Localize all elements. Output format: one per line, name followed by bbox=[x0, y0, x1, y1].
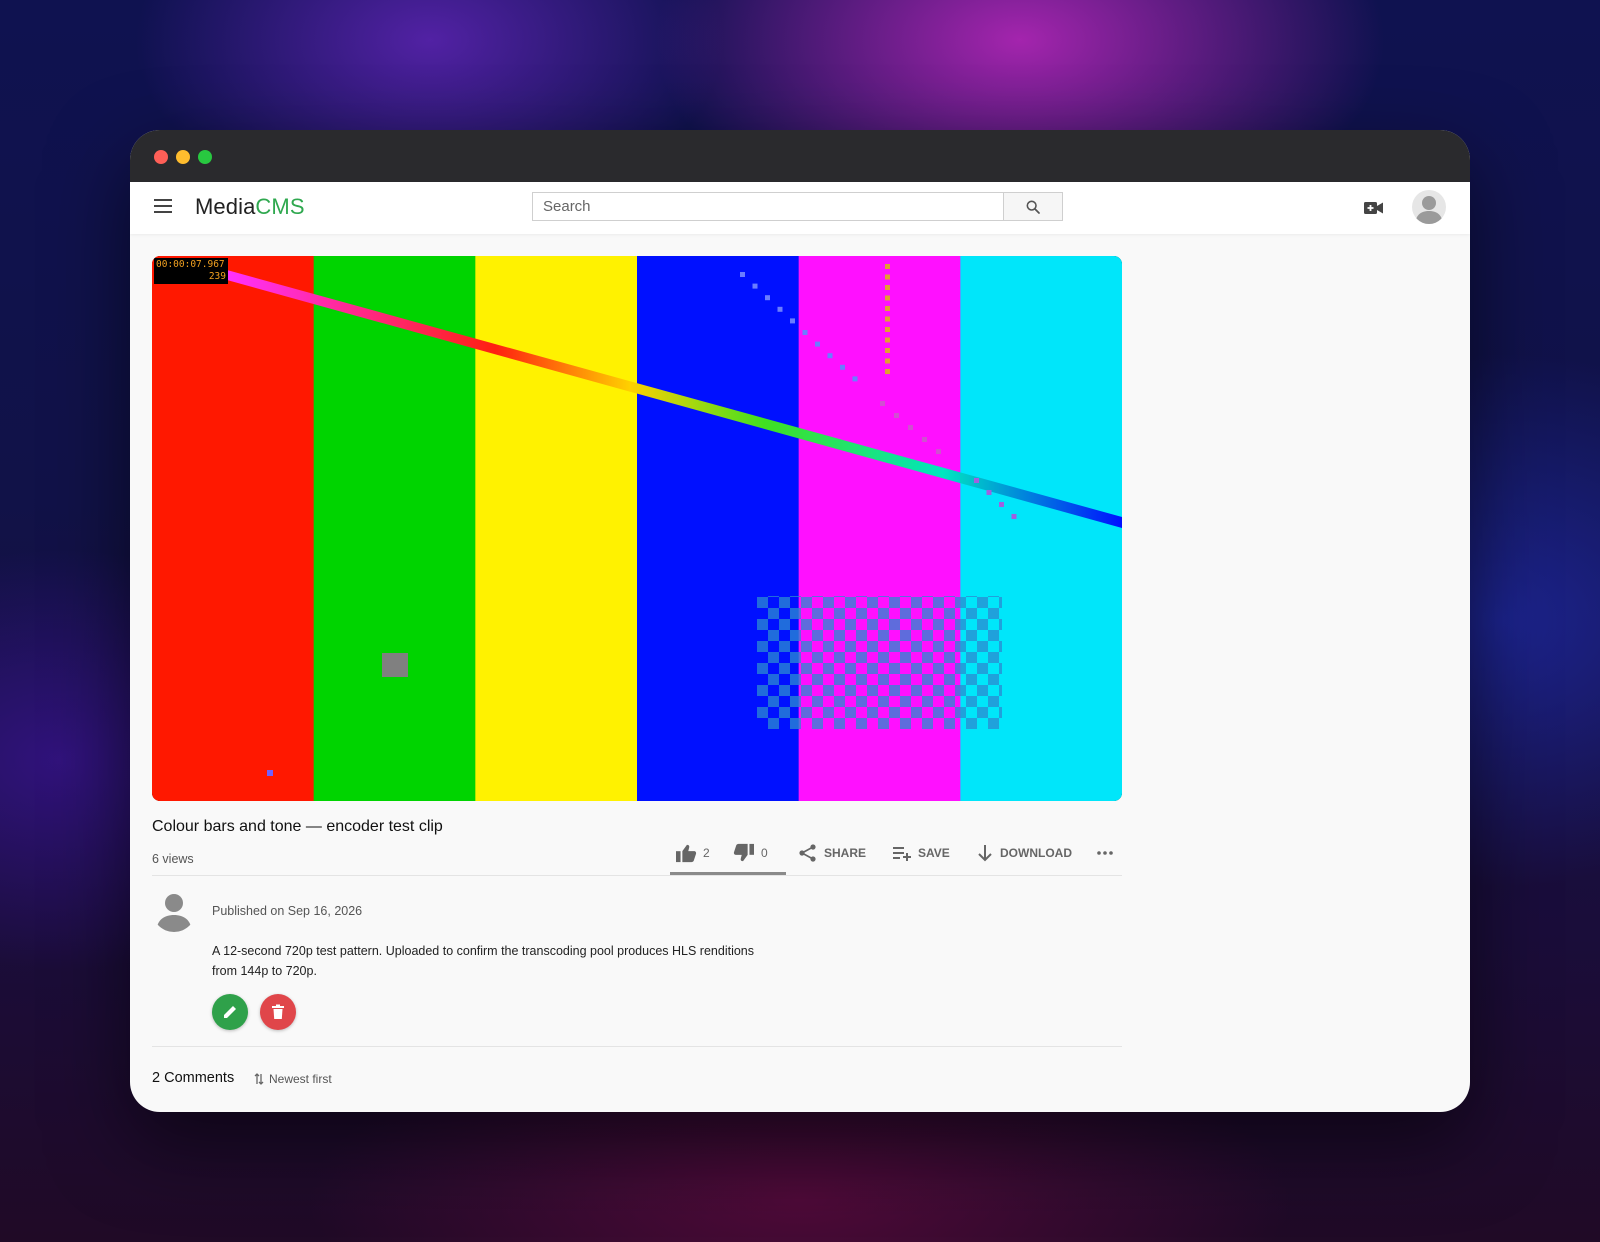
trail-dot bbox=[852, 376, 858, 382]
color-bar bbox=[475, 256, 638, 801]
trail-dot bbox=[752, 283, 758, 289]
site-header: MediaCMS bbox=[130, 182, 1470, 234]
download-button[interactable]: DOWNLOAD bbox=[976, 838, 1072, 868]
trail-dot bbox=[885, 306, 890, 311]
download-icon bbox=[978, 845, 992, 862]
timecode-overlay: 00:00:07.967 239 bbox=[154, 258, 228, 284]
video-frame bbox=[152, 256, 1122, 801]
user-avatar-icon bbox=[1415, 196, 1443, 224]
trail-dot bbox=[974, 478, 979, 483]
trail-dot bbox=[894, 413, 899, 418]
edit-media-button[interactable] bbox=[212, 994, 248, 1030]
trail-dot bbox=[1011, 514, 1017, 519]
minimize-window-button[interactable] bbox=[176, 150, 190, 164]
trail-dot bbox=[765, 295, 770, 301]
checker-block bbox=[757, 596, 1002, 729]
share-button[interactable]: SHARE bbox=[798, 838, 866, 868]
trail-dot bbox=[999, 502, 1004, 507]
trash-icon bbox=[272, 1004, 284, 1019]
trail-dot bbox=[922, 437, 927, 442]
trail-dot bbox=[986, 490, 992, 495]
description-line: A 12-second 720p test pattern. Uploaded … bbox=[212, 944, 755, 958]
like-count: 2 bbox=[703, 846, 710, 860]
window-titlebar bbox=[130, 130, 1470, 182]
like-button[interactable]: 2 bbox=[675, 838, 710, 868]
media-title: Colour bars and tone — encoder test clip bbox=[152, 818, 443, 835]
delete-media-button[interactable] bbox=[260, 994, 296, 1030]
close-window-button[interactable] bbox=[154, 150, 168, 164]
trail-dot bbox=[885, 337, 890, 343]
publish-date: Published on Sep 16, 2026 bbox=[212, 904, 363, 918]
video-player[interactable]: 00:00:07.967 239 bbox=[152, 256, 1122, 801]
share-icon bbox=[799, 844, 816, 862]
video-upload-icon[interactable] bbox=[1364, 200, 1384, 216]
user-avatar-icon bbox=[152, 888, 196, 932]
media-page: 00:00:07.967 239 Colour bars and tone — … bbox=[130, 234, 1470, 1112]
more-horizontal-icon bbox=[1097, 851, 1113, 855]
trail-dot bbox=[880, 401, 885, 406]
search-icon bbox=[1026, 200, 1040, 214]
save-label: SAVE bbox=[918, 846, 950, 860]
trail-dot bbox=[885, 295, 890, 301]
playlist-add-icon bbox=[893, 847, 911, 861]
trail-dot bbox=[885, 264, 890, 269]
browser-window: MediaCMS Search 00:00:07.967 239 Colour … bbox=[130, 130, 1470, 1112]
trail-dot bbox=[885, 274, 890, 280]
divider bbox=[152, 875, 1122, 876]
trail-dot bbox=[815, 341, 820, 347]
trail-dot bbox=[790, 318, 795, 324]
trail-dot bbox=[885, 369, 890, 374]
color-bar bbox=[152, 256, 315, 801]
site-logo[interactable]: MediaCMS bbox=[195, 194, 305, 220]
more-options-button[interactable] bbox=[1096, 838, 1114, 868]
logo-accent-text: CMS bbox=[255, 194, 305, 219]
trail-dot bbox=[802, 330, 808, 335]
divider bbox=[152, 1046, 1122, 1047]
trail-dot bbox=[885, 348, 890, 353]
view-count: 6 views bbox=[152, 852, 194, 866]
trail-dot bbox=[885, 285, 890, 290]
user-avatar-button[interactable] bbox=[1412, 190, 1446, 224]
dislike-count: 0 bbox=[761, 846, 768, 860]
download-label: DOWNLOAD bbox=[1000, 846, 1072, 860]
thumbs-down-icon bbox=[733, 843, 754, 862]
sort-label: Newest first bbox=[269, 1072, 332, 1086]
trail-dot bbox=[885, 316, 890, 322]
trail-dot bbox=[885, 358, 890, 364]
moving-dot bbox=[267, 770, 273, 776]
share-label: SHARE bbox=[824, 846, 867, 860]
trail-dot bbox=[777, 306, 783, 312]
trail-dot bbox=[908, 425, 913, 430]
grey-square bbox=[382, 653, 408, 677]
maximize-window-button[interactable] bbox=[198, 150, 212, 164]
pencil-icon bbox=[224, 1006, 236, 1018]
trail-dot bbox=[840, 364, 845, 370]
sort-comments-button[interactable]: Newest first bbox=[254, 1072, 332, 1086]
trail-dot bbox=[827, 353, 833, 359]
frame-number: 239 bbox=[208, 271, 226, 282]
comments-count: 2 Comments bbox=[152, 1070, 235, 1086]
search-input[interactable] bbox=[532, 192, 1004, 221]
thumbs-up-icon bbox=[676, 844, 697, 863]
trail-dot bbox=[885, 327, 890, 332]
trail-dot bbox=[936, 449, 941, 454]
hamburger-menu-icon[interactable] bbox=[154, 199, 172, 213]
save-button[interactable]: SAVE bbox=[892, 838, 950, 868]
media-description: A 12-second 720p test pattern. Uploaded … bbox=[212, 942, 792, 981]
logo-text: Media bbox=[195, 194, 256, 219]
trail-dot bbox=[740, 272, 745, 277]
timecode-text: 00:00:07.967 bbox=[156, 259, 225, 270]
dislike-button[interactable]: 0 bbox=[733, 838, 768, 868]
search-button[interactable] bbox=[1003, 192, 1063, 221]
description-line: from 144p to 720p. bbox=[212, 963, 317, 978]
author-avatar[interactable] bbox=[152, 888, 196, 932]
sort-arrows-icon bbox=[254, 1073, 264, 1085]
